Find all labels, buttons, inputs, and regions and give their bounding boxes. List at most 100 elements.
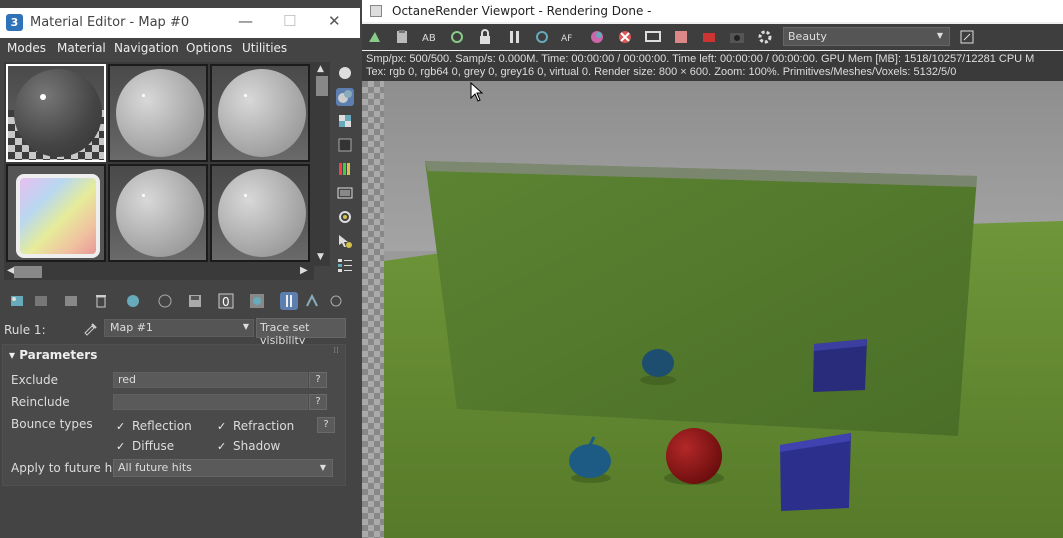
green-plane [425,161,977,436]
lock-icon[interactable] [476,28,494,46]
sample-slot-2[interactable] [108,64,208,162]
scroll-thumb[interactable] [14,266,42,278]
background-checker-icon[interactable] [336,112,354,130]
menu-options[interactable]: Options [186,41,232,55]
put-to-library-icon[interactable] [156,292,174,310]
sample-slot-1[interactable] [6,64,106,162]
render-stats-line2: Tex: rgb 0, rgb64 0, grey 0, grey16 0, v… [366,66,957,78]
render-pass-dropdown[interactable]: Beauty ▼ [783,27,950,46]
specular-highlight [40,94,46,100]
shadow-checkbox[interactable]: ✓ Shadow [217,439,280,453]
delete-icon[interactable] [92,292,110,310]
scroll-up-icon[interactable]: ▲ [317,64,324,74]
maximize-button[interactable]: ☐ [283,12,296,30]
octane-title: OctaneRender Viewport - Rendering Done - [392,4,652,18]
chevron-down-icon: ▼ [319,463,326,472]
options-icon[interactable] [336,208,354,226]
checkmark-icon: ✓ [217,420,227,433]
fit-view-icon[interactable] [958,28,976,46]
select-by-material-icon[interactable] [336,232,354,250]
sample-sphere [218,169,306,257]
pause-icon[interactable] [505,28,523,46]
settings-gear-icon[interactable] [756,28,774,46]
reflection-label: Reflection [132,419,192,433]
reinclude-label: Reinclude [11,395,70,409]
restart-icon[interactable] [533,28,551,46]
video-color-check-icon[interactable] [336,160,354,178]
refraction-checkbox[interactable]: ✓ Refraction [217,419,294,433]
slots-vertical-scrollbar[interactable]: ▲ ▼ [314,62,330,266]
ab-compare-icon[interactable]: AB [421,28,439,46]
close-button[interactable]: ✕ [328,12,341,30]
specular-highlight [244,194,247,197]
reinclude-field[interactable] [113,394,308,410]
parameters-header[interactable]: ▾ Parameters [9,348,97,362]
specular-highlight [142,194,145,197]
sample-slot-6[interactable] [210,164,310,262]
start-render-icon[interactable] [366,28,384,46]
scroll-thumb[interactable] [316,76,328,96]
svg-text:0: 0 [222,295,230,309]
exclude-help-button[interactable]: ? [309,372,327,388]
future-hits-dropdown[interactable]: All future hits ▼ [113,459,333,477]
color-picker-icon[interactable] [588,28,606,46]
show-shaded-material-icon[interactable] [248,292,266,310]
camera-icon[interactable] [728,28,746,46]
trace-set-visibility-button[interactable]: Trace set visibility [256,318,346,347]
menu-material[interactable]: Material [57,41,106,55]
save-icon[interactable] [186,292,204,310]
assign-material-icon[interactable] [62,292,80,310]
rule-row: Rule 1: Map #1 ▼ Trace set visibility [0,318,360,347]
minimize-button[interactable]: — [238,12,253,30]
film-region-icon[interactable] [672,28,690,46]
shadow-label: Shadow [233,439,281,453]
go-to-parent-icon[interactable] [303,292,321,310]
go-forward-to-sibling-icon[interactable] [327,292,345,310]
make-preview-icon[interactable] [336,184,354,202]
octane-titlebar: OctaneRender Viewport - Rendering Done - [362,0,1063,22]
exclude-field[interactable]: red [113,372,308,388]
sample-type-sphere-icon[interactable] [336,64,354,82]
map-select-dropdown[interactable]: Map #1 ▼ [104,319,254,337]
bounce-types-label: Bounce types [11,417,93,431]
menu-utilities[interactable]: Utilities [242,41,287,55]
region-render-icon[interactable] [616,28,634,46]
render-pass-value: Beauty [788,30,827,43]
render-viewport[interactable] [362,81,1063,538]
reflection-checkbox[interactable]: ✓ Reflection [116,419,192,433]
slots-horizontal-scrollbar[interactable]: ◀ ▶ [4,264,314,280]
sample-slot-4[interactable] [6,164,106,262]
sample-uv-tiling-icon[interactable] [336,136,354,154]
put-material-icon[interactable] [32,292,50,310]
refresh-icon[interactable] [448,28,466,46]
menu-modes[interactable]: Modes [7,41,46,55]
show-end-result-icon[interactable] [280,292,298,310]
menu-navigation[interactable]: Navigation [114,41,179,55]
scroll-right-icon[interactable]: ▶ [300,265,308,276]
reinclude-help-button[interactable]: ? [309,394,327,410]
sample-slot-3[interactable] [210,64,310,162]
clipboard-icon[interactable] [393,28,411,46]
sample-slot-5[interactable] [108,164,208,262]
octane-viewport-window: OctaneRender Viewport - Rendering Done -… [362,0,1063,538]
autofocus-icon[interactable]: AF [560,28,578,46]
display-icon[interactable] [644,28,662,46]
diffuse-label: Diffuse [132,439,175,453]
chevron-down-icon: ▼ [936,31,943,40]
scroll-down-icon[interactable]: ▼ [317,252,324,262]
make-unique-icon[interactable] [124,292,142,310]
sample-sphere [14,69,102,157]
material-picker-icon[interactable] [700,28,718,46]
app-icon: 3 [6,14,23,31]
render-stats-line1: Smp/px: 500/500. Samp/s: 0.000M. Time: 0… [366,53,1035,65]
rollout-grip-icon: ⁞⁞ [333,346,339,356]
svg-text:AB: AB [422,33,436,44]
material-id-channel-icon[interactable]: 0 [217,292,235,310]
material-map-navigator-icon[interactable] [336,256,354,274]
eyedropper-icon[interactable] [82,320,98,336]
diffuse-checkbox[interactable]: ✓ Diffuse [116,439,174,453]
bounce-help-button[interactable]: ? [317,417,335,433]
get-material-icon[interactable] [8,292,26,310]
backlight-icon[interactable] [336,88,354,106]
sample-sphere [116,169,204,257]
